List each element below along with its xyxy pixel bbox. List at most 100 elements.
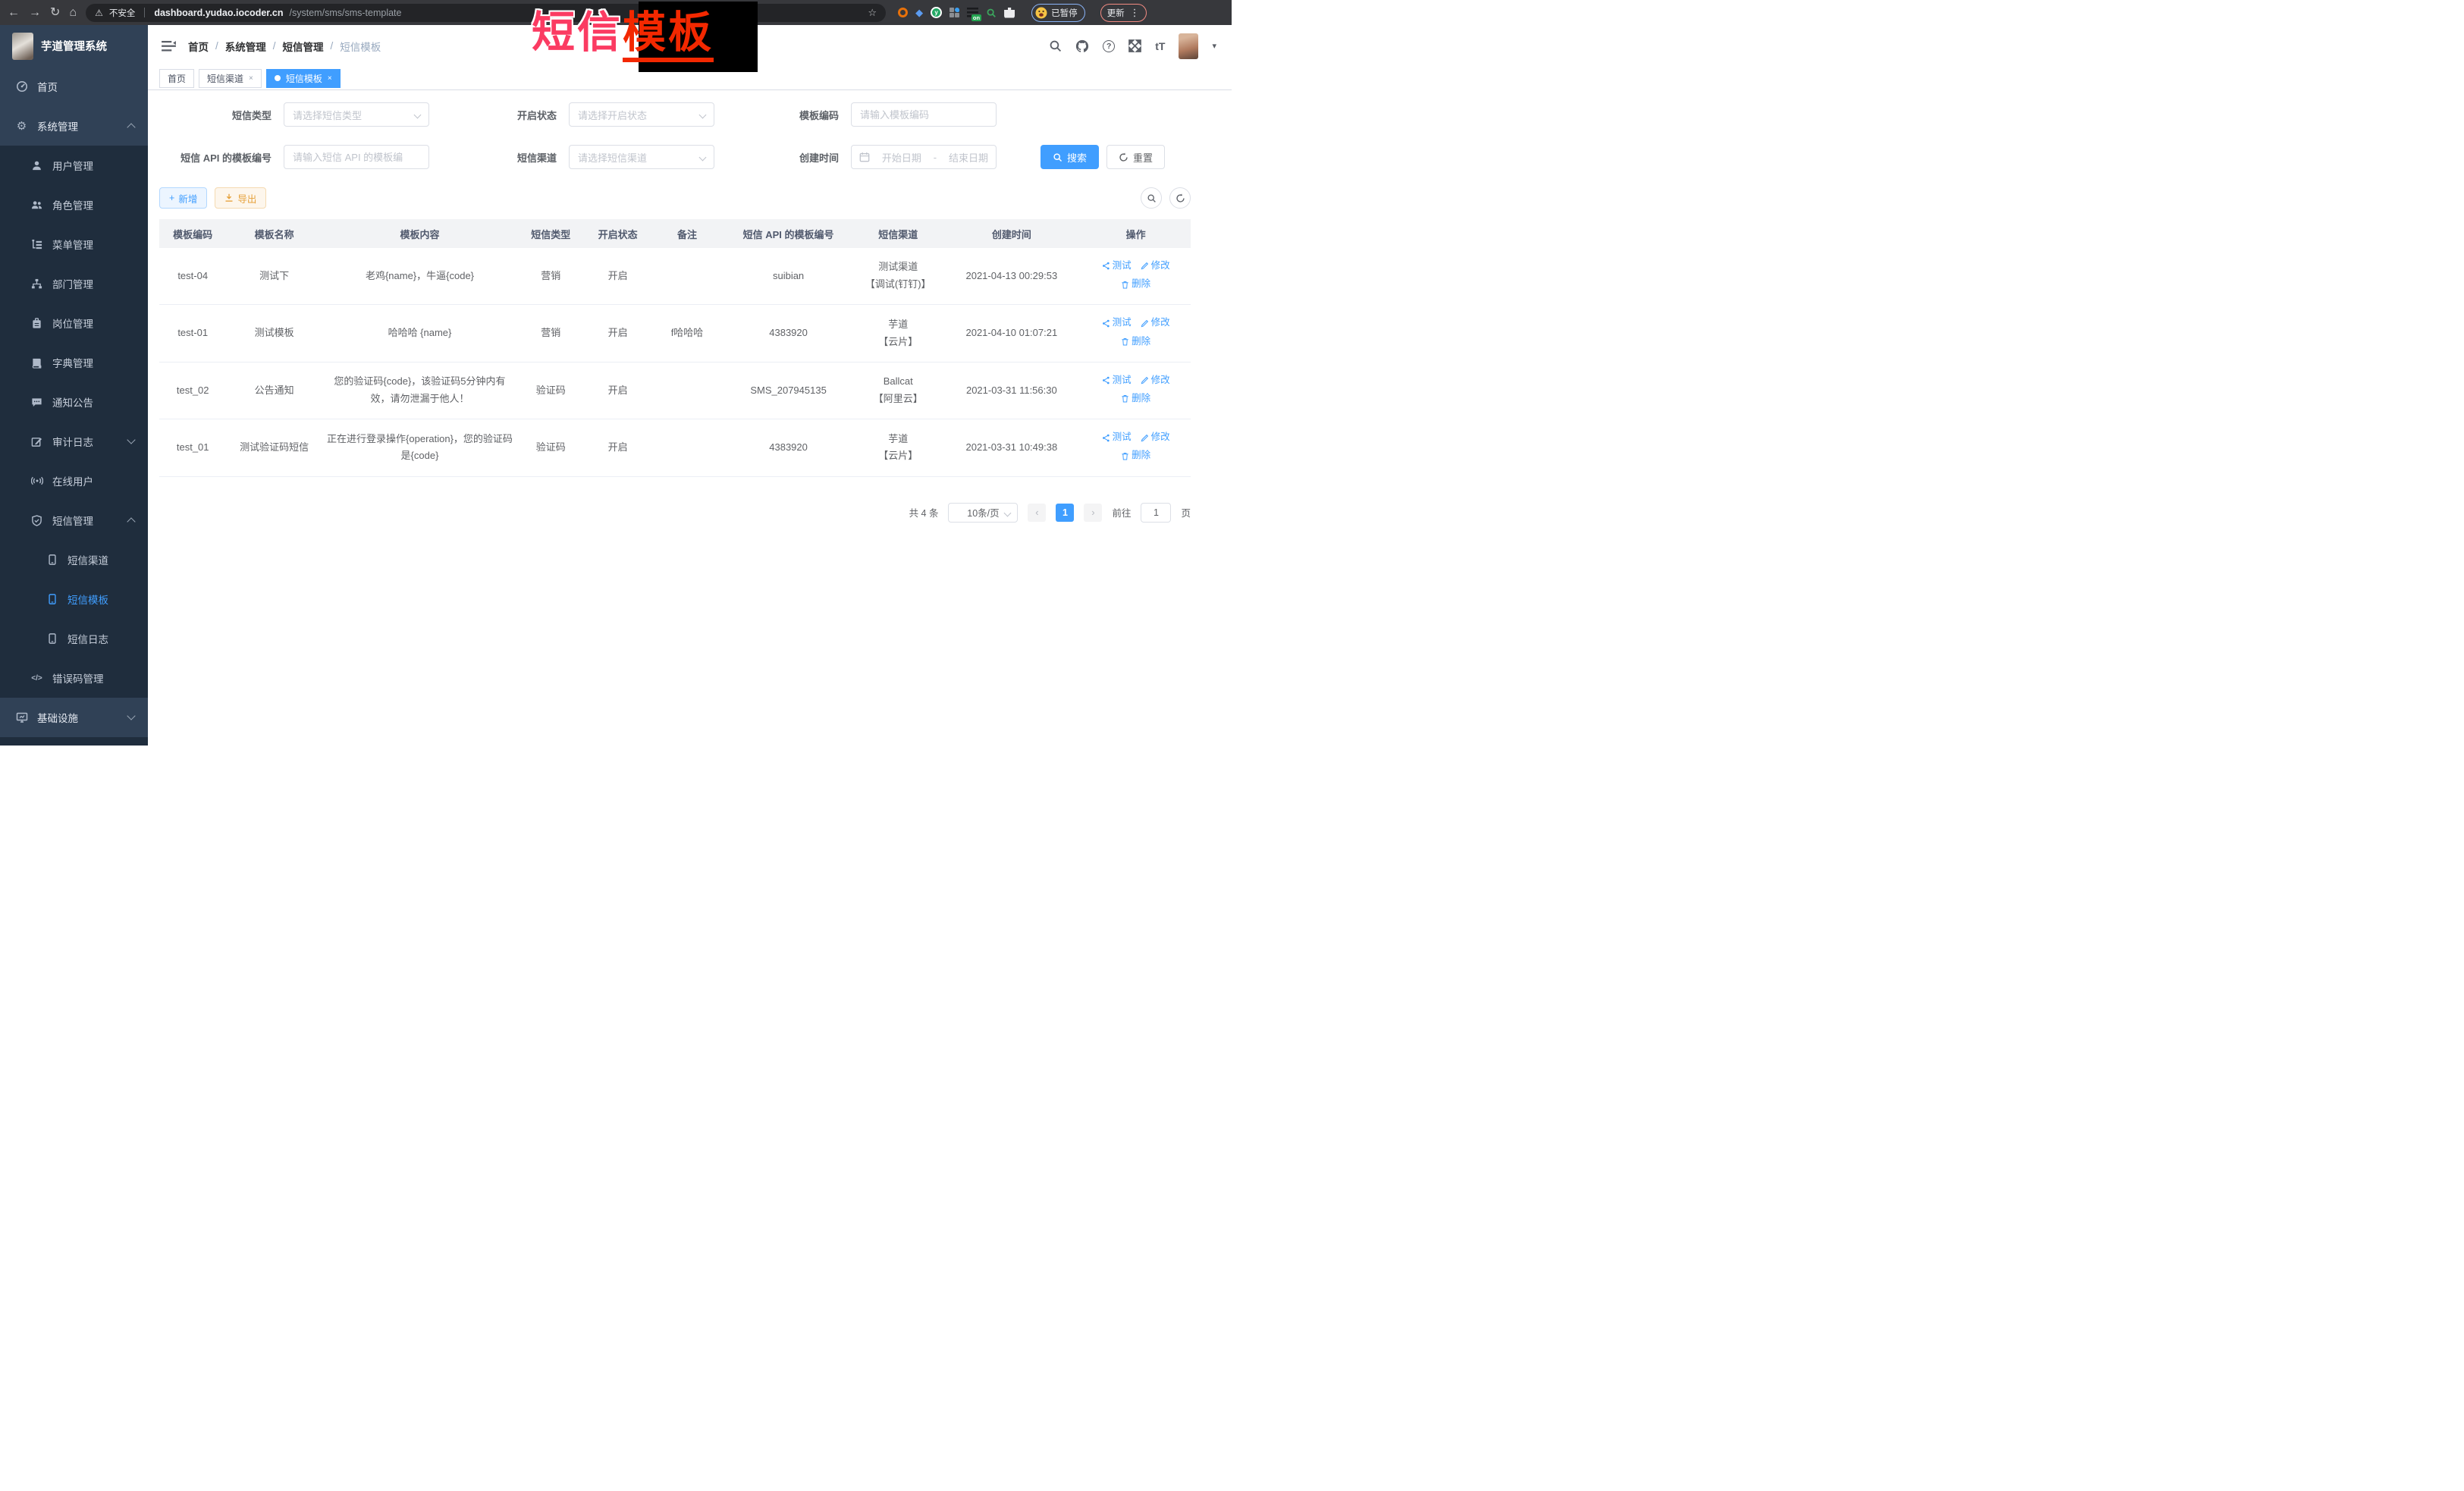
close-icon[interactable]: × <box>249 74 253 83</box>
cell-created: 2021-03-31 10:49:38 <box>942 419 1081 476</box>
extensions-puzzle-icon[interactable] <box>1004 8 1015 18</box>
sidebar-item-users[interactable]: 用户管理 <box>0 146 148 185</box>
browser-forward-icon[interactable]: → <box>29 7 41 19</box>
tab-home[interactable]: 首页 <box>159 69 194 88</box>
sidebar-item-infrastructure[interactable]: 基础设施 <box>0 698 148 737</box>
breadcrumb-separator: / <box>215 40 218 52</box>
sidebar-item-sms-management[interactable]: 短信管理 <box>0 501 148 540</box>
sidebar-item-system[interactable]: ⚙ 系统管理 <box>0 106 148 146</box>
export-button[interactable]: 导出 <box>215 187 266 209</box>
delete-link[interactable]: 删除 <box>1121 276 1150 293</box>
breadcrumb-item[interactable]: 系统管理 <box>225 39 266 54</box>
prev-page-button[interactable]: ‹ <box>1028 504 1046 522</box>
help-icon[interactable]: ? <box>1103 40 1115 52</box>
browser-update-pill[interactable]: 更新 ⋮ <box>1100 4 1147 22</box>
cell-content: 老鸡{name}，牛逼{code} <box>322 248 517 305</box>
test-link[interactable]: 测试 <box>1102 258 1132 275</box>
current-page-button[interactable]: 1 <box>1056 504 1074 522</box>
sidebar-collapse-icon[interactable] <box>162 40 176 52</box>
breadcrumb-item[interactable]: 首页 <box>188 39 209 54</box>
cell-created: 2021-04-10 01:07:21 <box>942 305 1081 362</box>
browser-home-icon[interactable]: ⌂ <box>69 7 77 19</box>
monitor-icon <box>15 711 28 724</box>
page-size-select[interactable]: 10条/页 <box>948 503 1018 523</box>
delete-link[interactable]: 删除 <box>1121 334 1150 350</box>
tab-sms-template[interactable]: 短信模板 × <box>266 69 341 88</box>
reset-button[interactable]: 重置 <box>1106 145 1165 169</box>
edit-link[interactable]: 修改 <box>1141 429 1170 446</box>
close-icon[interactable]: × <box>328 74 332 83</box>
add-button-label: 新增 <box>178 191 197 206</box>
test-link[interactable]: 测试 <box>1102 372 1132 389</box>
cell-remark <box>651 362 723 419</box>
phone-icon <box>46 632 58 645</box>
header-actions: ? tT ▾ <box>1049 33 1216 59</box>
edit-link[interactable]: 修改 <box>1141 372 1170 389</box>
sidebar-item-sms-template[interactable]: 短信模板 <box>0 579 148 619</box>
test-link[interactable]: 测试 <box>1102 315 1132 331</box>
browser-menu-icon[interactable]: ⋮ <box>1130 7 1140 19</box>
extension-grid-icon[interactable] <box>950 8 959 17</box>
table-row[interactable]: test-01 测试模板 哈哈哈 {name} 营销 开启 f哈哈哈 43839… <box>159 305 1191 362</box>
sidebar-item-audit-log[interactable]: 审计日志 <box>0 422 148 461</box>
test-link[interactable]: 测试 <box>1102 429 1132 446</box>
goto-page-input[interactable] <box>1141 503 1171 523</box>
user-avatar[interactable] <box>1179 33 1198 59</box>
tab-sms-channel[interactable]: 短信渠道 × <box>199 69 262 88</box>
sidebar-item-error-codes[interactable]: </> 错误码管理 <box>0 658 148 698</box>
browser-back-icon[interactable]: ← <box>8 7 20 19</box>
sidebar-item-sms-channel[interactable]: 短信渠道 <box>0 540 148 579</box>
delete-link[interactable]: 删除 <box>1121 447 1150 464</box>
table-row[interactable]: test_02 公告通知 您的验证码{code}，该验证码5分钟内有效，请勿泄漏… <box>159 362 1191 419</box>
font-size-icon[interactable]: tT <box>1155 40 1165 52</box>
cell-remark <box>651 248 723 305</box>
refresh-table-button[interactable] <box>1169 187 1191 209</box>
sidebar-item-home[interactable]: 首页 <box>0 67 148 106</box>
edit-link[interactable]: 修改 <box>1141 315 1170 331</box>
breadcrumb-item[interactable]: 短信管理 <box>283 39 324 54</box>
sidebar-logo[interactable]: 芋道管理系统 <box>0 25 148 67</box>
date-range-picker[interactable]: 开始日期 - 结束日期 <box>851 145 997 169</box>
browser-reload-icon[interactable]: ↻ <box>50 7 60 19</box>
sms-type-select[interactable]: 请选择短信类型 <box>284 102 429 127</box>
status-select[interactable]: 请选择开启状态 <box>569 102 714 127</box>
end-date-placeholder: 结束日期 <box>949 150 988 165</box>
extension-pin-icon[interactable]: ◆ <box>915 7 923 19</box>
show-search-button[interactable] <box>1141 187 1162 209</box>
edit-link[interactable]: 修改 <box>1141 258 1170 275</box>
sidebar-item-sms-log[interactable]: 短信日志 <box>0 619 148 658</box>
extension-ring-icon[interactable] <box>898 8 908 17</box>
channel-select[interactable]: 请选择短信渠道 <box>569 145 714 169</box>
breadcrumb-item-current: 短信模板 <box>340 39 381 54</box>
sidebar: 芋道管理系统 首页 ⚙ 系统管理 用户管理 角色管理 <box>0 25 148 746</box>
bookmark-star-icon[interactable]: ☆ <box>868 7 877 19</box>
search-icon[interactable] <box>1049 39 1062 52</box>
sidebar-item-online-users[interactable]: 在线用户 <box>0 461 148 501</box>
extension-green-icon[interactable]: y <box>931 7 942 18</box>
browser-profile-pill[interactable]: 已暂停 <box>1031 4 1085 22</box>
add-button[interactable]: + 新增 <box>159 187 207 209</box>
extension-list-icon[interactable]: on <box>967 8 978 17</box>
select-placeholder: 请选择短信渠道 <box>578 150 647 165</box>
table-row[interactable]: test-04 测试下 老鸡{name}，牛逼{code} 营销 开启 suib… <box>159 248 1191 305</box>
sidebar-item-dictionary[interactable]: 字典管理 <box>0 343 148 382</box>
logo-title: 芋道管理系统 <box>41 38 107 54</box>
search-button[interactable]: 搜索 <box>1041 145 1099 169</box>
template-code-input[interactable] <box>851 102 997 127</box>
update-label: 更新 <box>1107 7 1125 19</box>
next-page-button[interactable]: › <box>1084 504 1102 522</box>
avatar-caret-icon[interactable]: ▾ <box>1212 41 1216 51</box>
address-bar[interactable]: ⚠ 不安全 dashboard.yudao.iocoder.cn/system/… <box>86 4 886 22</box>
table-row[interactable]: test_01 测试验证码短信 正在进行登录操作{operation}，您的验证… <box>159 419 1191 476</box>
fullscreen-icon[interactable] <box>1128 39 1141 52</box>
sidebar-item-departments[interactable]: 部门管理 <box>0 264 148 303</box>
api-template-id-input[interactable] <box>284 145 429 169</box>
cell-remark <box>651 419 723 476</box>
extension-magnifier-icon[interactable] <box>986 8 997 18</box>
sidebar-item-menus[interactable]: 菜单管理 <box>0 224 148 264</box>
delete-link[interactable]: 删除 <box>1121 391 1150 407</box>
sidebar-item-posts[interactable]: 岗位管理 <box>0 303 148 343</box>
sidebar-item-roles[interactable]: 角色管理 <box>0 185 148 224</box>
sidebar-item-notices[interactable]: 通知公告 <box>0 382 148 422</box>
github-icon[interactable] <box>1075 39 1089 53</box>
